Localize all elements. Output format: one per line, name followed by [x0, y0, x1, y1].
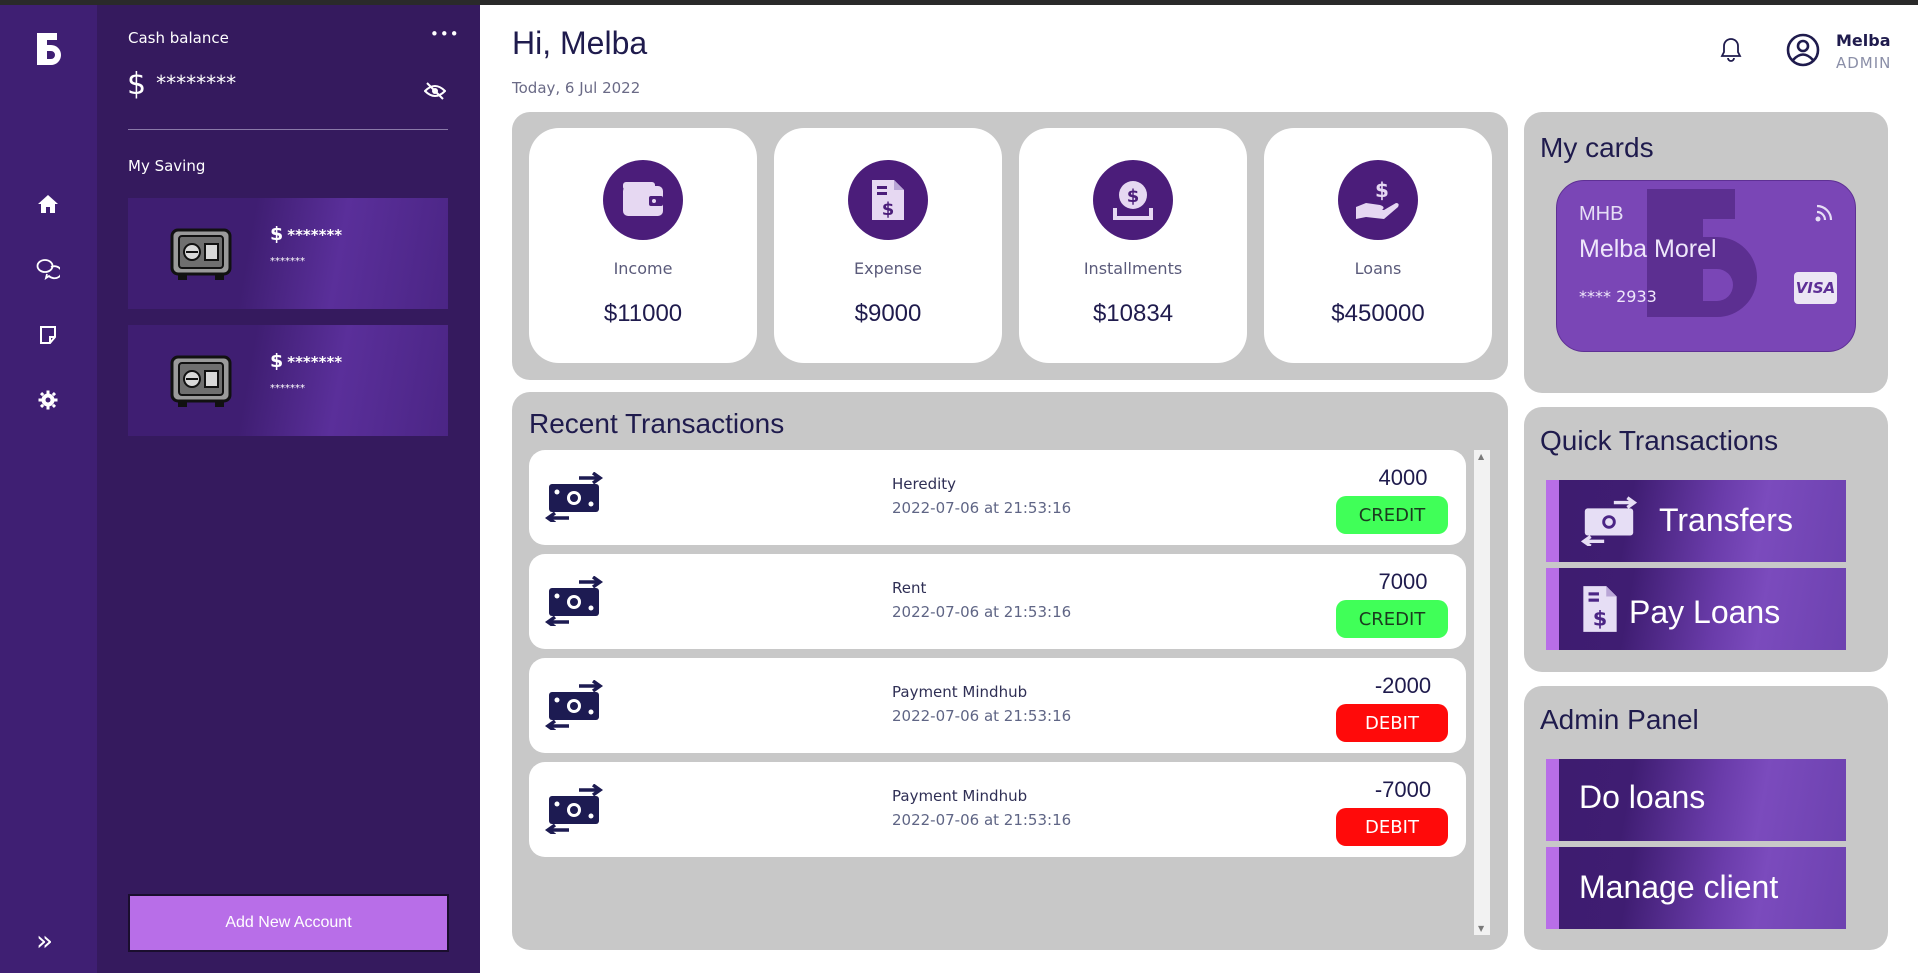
- transactions-scrollbar[interactable]: ▲ ▼: [1474, 450, 1490, 935]
- my-saving-label: My Saving: [128, 157, 206, 175]
- cash-balance-label: Cash balance: [128, 29, 229, 47]
- stat-label: Loans: [1354, 259, 1402, 278]
- card-holder: Melba Morel: [1579, 235, 1717, 263]
- credit-badge: CREDIT: [1336, 600, 1448, 638]
- invoice-icon: $: [848, 160, 928, 240]
- card-number: **** 2933: [1579, 287, 1657, 306]
- svg-text:$: $: [882, 199, 895, 220]
- stat-card-expense[interactable]: $ Expense $9000: [774, 128, 1002, 363]
- saving-amount: $ *******: [270, 350, 343, 372]
- svg-text:$: $: [1127, 186, 1140, 207]
- scroll-up-icon[interactable]: ▲: [1478, 452, 1484, 461]
- stat-label: Income: [613, 259, 673, 278]
- saving-number: *******: [270, 383, 305, 394]
- money-transfer-icon: [544, 472, 604, 522]
- saving-amount: $ *******: [270, 223, 343, 245]
- money-transfer-icon: [544, 576, 604, 626]
- card-issuer: MHB: [1579, 203, 1624, 225]
- expand-icon[interactable]: »: [36, 927, 53, 955]
- user-role: ADMIN: [1836, 54, 1892, 72]
- manage-client-label: Manage client: [1579, 869, 1779, 905]
- saving-account-card[interactable]: $ ******* *******: [128, 325, 448, 436]
- home-icon[interactable]: [34, 190, 62, 218]
- transaction-description: Payment Mindhub: [892, 683, 1028, 701]
- gear-icon[interactable]: [34, 386, 62, 414]
- transaction-row[interactable]: Rent 2022-07-06 at 21:53:16 7000 CREDIT: [529, 554, 1466, 649]
- transaction-datetime: 2022-07-06 at 21:53:16: [892, 603, 1072, 621]
- transaction-amount: -2000: [1374, 673, 1432, 698]
- bell-icon[interactable]: [1719, 36, 1743, 62]
- debit-badge: DEBIT: [1336, 808, 1448, 846]
- stat-label: Expense: [854, 259, 922, 278]
- transaction-datetime: 2022-07-06 at 21:53:16: [892, 811, 1072, 829]
- money-transfer-icon: [544, 680, 604, 730]
- credit-card[interactable]: MHB Melba Morel **** 2933 VISA: [1556, 180, 1856, 352]
- svg-text:$: $: [1375, 178, 1389, 202]
- safe-icon: [170, 228, 232, 280]
- saving-account-card[interactable]: $ ******* *******: [128, 198, 448, 309]
- saving-number: *******: [270, 256, 305, 267]
- add-new-account-button[interactable]: Add New Account: [128, 894, 449, 952]
- manage-client-button[interactable]: Manage client: [1546, 847, 1846, 929]
- logo-icon[interactable]: [34, 33, 64, 73]
- wallet-icon: [603, 160, 683, 240]
- stat-card-loans[interactable]: $ Loans $450000: [1264, 128, 1492, 363]
- more-options-icon[interactable]: •••: [430, 25, 460, 43]
- svg-text:$: $: [1593, 607, 1608, 631]
- money-transfer-icon: [544, 784, 604, 834]
- transaction-amount: 4000: [1378, 465, 1428, 490]
- stat-value: $10834: [1092, 300, 1174, 327]
- contactless-icon: [1815, 204, 1833, 222]
- stat-value: $9000: [854, 300, 922, 327]
- stat-value: $11000: [603, 300, 683, 327]
- transfers-label: Transfers: [1659, 502, 1793, 538]
- icon-rail: »: [0, 5, 97, 973]
- stat-value: $450000: [1331, 300, 1425, 327]
- today-date: Today, 6 Jul 2022: [512, 79, 641, 97]
- transaction-description: Payment Mindhub: [892, 787, 1028, 805]
- transaction-row[interactable]: Payment Mindhub 2022-07-06 at 21:53:16 -…: [529, 762, 1466, 857]
- transfers-button[interactable]: Transfers: [1546, 480, 1846, 562]
- stat-card-installments[interactable]: $ Installments $10834: [1019, 128, 1247, 363]
- pay-loans-button[interactable]: $ Pay Loans: [1546, 568, 1846, 650]
- stat-card-income[interactable]: Income $11000: [529, 128, 757, 363]
- divider: [128, 129, 448, 130]
- money-transfer-icon: [1580, 496, 1638, 546]
- transaction-description: Rent: [892, 579, 927, 597]
- admin-panel-title: Admin Panel: [1540, 704, 1699, 735]
- brand-b-watermark-icon: [1647, 189, 1757, 317]
- chat-icon[interactable]: [34, 255, 62, 283]
- stat-label: Installments: [1083, 259, 1183, 278]
- pay-loans-label: Pay Loans: [1629, 594, 1781, 630]
- debit-badge: DEBIT: [1336, 704, 1448, 742]
- coin-deposit-icon: $: [1093, 160, 1173, 240]
- cash-balance-value: $ ********: [127, 67, 236, 102]
- invoice-icon: $: [1583, 586, 1617, 632]
- transaction-row[interactable]: Heredity 2022-07-06 at 21:53:16 4000 CRE…: [529, 450, 1466, 545]
- do-loans-label: Do loans: [1579, 779, 1706, 815]
- transaction-description: Heredity: [892, 475, 957, 493]
- my-cards-title: My cards: [1540, 132, 1654, 163]
- transaction-amount: -7000: [1374, 777, 1432, 802]
- transaction-amount: 7000: [1378, 569, 1428, 594]
- transaction-row[interactable]: Payment Mindhub 2022-07-06 at 21:53:16 -…: [529, 658, 1466, 753]
- transaction-datetime: 2022-07-06 at 21:53:16: [892, 707, 1072, 725]
- wallet-panel: Cash balance ••• $ ******** My Saving $ **…: [97, 5, 480, 973]
- transactions-title: Recent Transactions: [529, 408, 785, 439]
- visa-logo: VISA: [1794, 272, 1837, 304]
- masked-balance: ********: [156, 71, 237, 95]
- notes-icon[interactable]: [34, 321, 62, 349]
- currency-symbol: $: [127, 67, 147, 102]
- scroll-down-icon[interactable]: ▼: [1478, 924, 1484, 933]
- quick-transactions-title: Quick Transactions: [1540, 425, 1779, 456]
- credit-badge: CREDIT: [1336, 496, 1448, 534]
- user-avatar-icon[interactable]: [1786, 33, 1820, 67]
- hand-dollar-icon: $: [1338, 160, 1418, 240]
- do-loans-button[interactable]: Do loans: [1546, 759, 1846, 841]
- user-name: Melba: [1836, 31, 1891, 50]
- safe-icon: [170, 355, 232, 407]
- transaction-datetime: 2022-07-06 at 21:53:16: [892, 499, 1072, 517]
- greeting: Hi, Melba: [512, 25, 648, 61]
- hide-balance-eye-icon[interactable]: [424, 82, 446, 100]
